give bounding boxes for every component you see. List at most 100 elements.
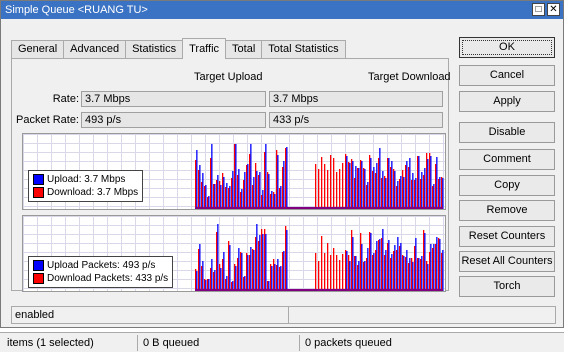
download-bar xyxy=(375,173,377,209)
download-bar xyxy=(420,259,422,291)
download-bar xyxy=(357,265,359,291)
upload-bar xyxy=(385,250,387,291)
cancel-button[interactable]: Cancel xyxy=(459,65,555,86)
upload-bar xyxy=(424,233,426,291)
disable-button[interactable]: Disable xyxy=(459,122,555,143)
upload-bar xyxy=(442,178,444,209)
download-bar xyxy=(384,255,386,291)
restore-icon[interactable]: □ xyxy=(532,3,545,16)
upload-bar xyxy=(199,244,201,291)
remove-button[interactable]: Remove xyxy=(459,200,555,221)
download-bar xyxy=(282,252,284,291)
baseline-bar xyxy=(195,289,443,291)
download-bar xyxy=(435,244,437,291)
upload-bar xyxy=(229,186,231,209)
download-bar xyxy=(336,255,338,291)
download-bar xyxy=(354,256,356,291)
torch-button[interactable]: Torch xyxy=(459,276,555,297)
download-bar xyxy=(441,253,443,291)
rate-label: Rate: xyxy=(52,93,79,105)
download-bar xyxy=(414,180,416,209)
tab-statistics[interactable]: Statistics xyxy=(125,40,184,58)
upload-bar xyxy=(430,156,432,209)
download-bar xyxy=(285,148,287,209)
comment-button[interactable]: Comment xyxy=(459,149,555,170)
upload-bar xyxy=(352,237,354,291)
download-bar xyxy=(216,232,218,291)
upload-bar xyxy=(397,237,399,291)
tab-general[interactable]: General xyxy=(11,40,65,58)
download-bar xyxy=(339,260,341,291)
download-bar xyxy=(246,253,248,291)
copy-button[interactable]: Copy xyxy=(459,175,555,196)
download-bar xyxy=(276,150,278,209)
apply-button[interactable]: Apply xyxy=(459,91,555,112)
download-bar xyxy=(387,243,389,291)
bytes-queued: 0 B queued xyxy=(140,335,300,351)
upload-bar xyxy=(400,243,402,291)
upload-bar xyxy=(283,251,285,291)
ok-button[interactable]: OK xyxy=(459,37,555,58)
upload-bar xyxy=(247,164,249,209)
download-bar xyxy=(201,182,203,209)
download-bar xyxy=(222,173,224,209)
download-bar xyxy=(399,246,401,291)
download-bar xyxy=(222,259,224,291)
bandwidth-legend: Upload: 3.7 Mbps Download: 3.7 Mbps xyxy=(28,170,144,202)
upload-bar xyxy=(358,261,360,291)
download-bar xyxy=(393,251,395,291)
download-bar xyxy=(219,181,221,209)
download-bar xyxy=(255,163,257,209)
close-icon[interactable]: ✕ xyxy=(547,3,560,16)
upload-bar xyxy=(211,144,213,209)
download-bar xyxy=(237,258,239,291)
tab-advanced[interactable]: Advanced xyxy=(63,40,127,58)
upload-bar xyxy=(439,239,441,291)
upload-bar xyxy=(421,256,423,291)
download-bar xyxy=(390,258,392,291)
upload-bar xyxy=(427,159,429,209)
upload-bar xyxy=(418,258,420,291)
reset-all-counters-button[interactable]: Reset All Counters xyxy=(459,251,555,272)
upload-bar xyxy=(238,248,240,291)
upload-bar xyxy=(436,237,438,291)
download-bar xyxy=(258,241,260,291)
download-bar xyxy=(345,250,347,291)
upload-bar xyxy=(265,144,267,209)
download-bar xyxy=(423,230,425,291)
upload-bar xyxy=(235,144,237,209)
upload-bar xyxy=(367,182,369,209)
download-bar xyxy=(348,162,350,209)
upload-bar xyxy=(280,186,282,209)
reset-counters-button[interactable]: Reset Counters xyxy=(459,226,555,247)
download-bar xyxy=(399,179,401,209)
tab-total[interactable]: Total xyxy=(225,40,263,58)
upload-bar xyxy=(235,266,237,291)
upload-bar xyxy=(286,147,288,209)
download-bar xyxy=(243,180,245,209)
upload-bar xyxy=(394,171,396,209)
download-bar xyxy=(426,261,428,291)
download-bar xyxy=(429,153,431,209)
upload-bar xyxy=(427,264,429,291)
download-bar xyxy=(282,167,284,209)
upload-bar xyxy=(220,268,222,291)
download-bar xyxy=(396,186,398,209)
upload-bar xyxy=(433,244,435,291)
download-bar xyxy=(351,159,353,209)
download-bar xyxy=(411,180,413,209)
upload-bar xyxy=(376,241,378,291)
tab-total-statistics[interactable]: Total Statistics xyxy=(261,40,346,58)
baseline-bar xyxy=(195,207,443,209)
upload-bar xyxy=(412,173,414,209)
download-bar xyxy=(333,158,335,209)
download-bar xyxy=(378,158,380,209)
tab-traffic[interactable]: Traffic xyxy=(182,38,227,59)
download-bar xyxy=(402,255,404,291)
packet-legend: Upload Packets: 493 p/s Download Packets… xyxy=(28,256,174,288)
upload-bar xyxy=(364,261,366,291)
title-bar[interactable]: Simple Queue <RUANG TU> □ ✕ xyxy=(1,1,563,19)
download-bar xyxy=(369,155,371,209)
download-bar xyxy=(315,164,317,209)
download-bar xyxy=(279,188,281,209)
